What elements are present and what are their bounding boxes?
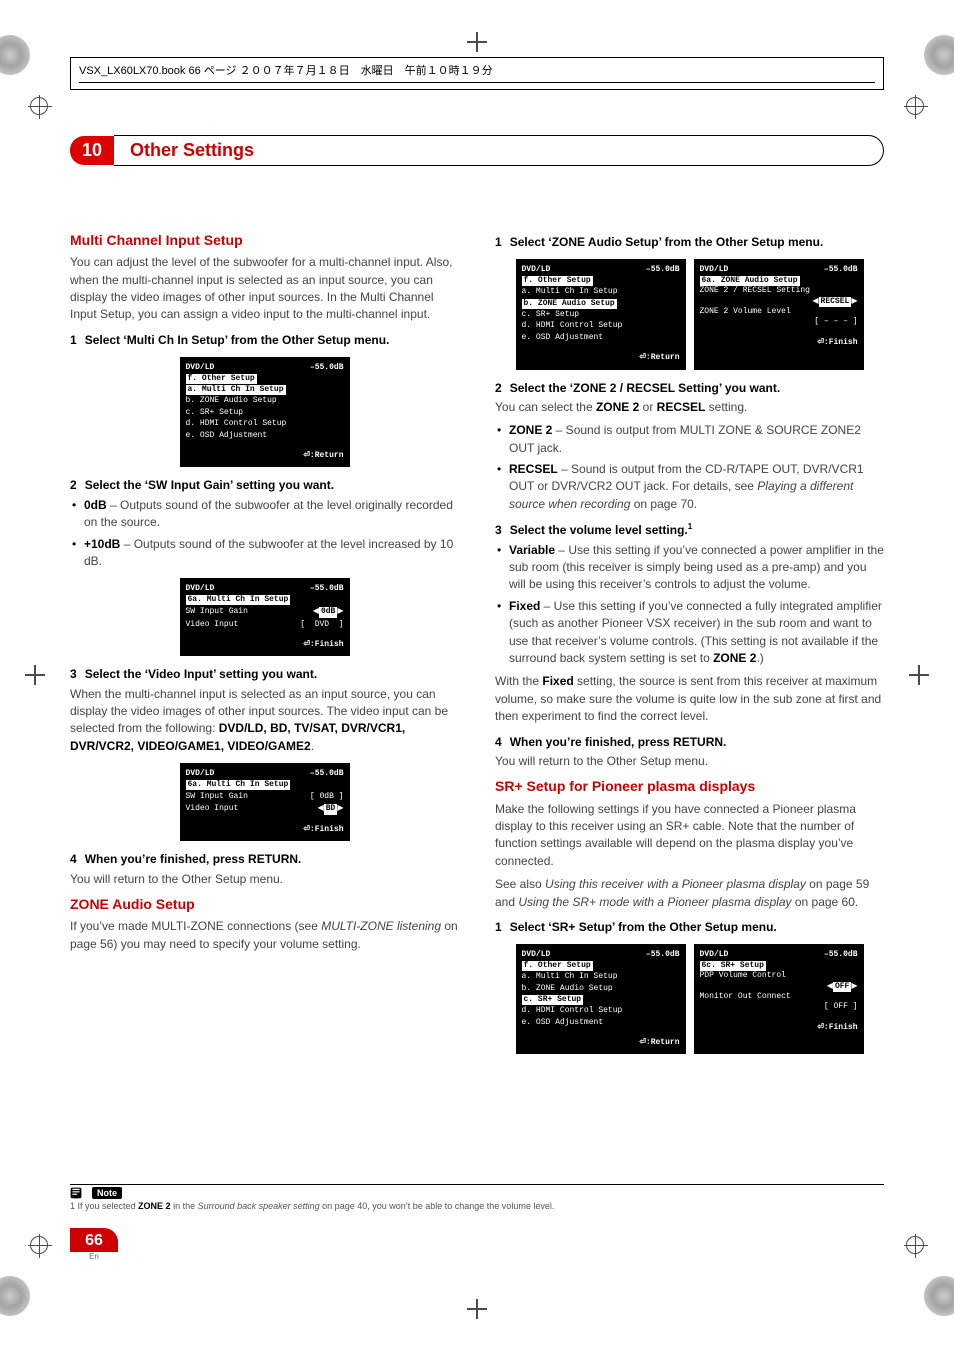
chapter-number: 10 <box>70 136 114 165</box>
print-mark <box>0 1276 30 1316</box>
page-lang: En <box>70 1252 118 1261</box>
right-column: 1Select ‘ZONE Audio Setup’ from the Othe… <box>495 226 884 1064</box>
left-column: Multi Channel Input Setup You can adjust… <box>70 226 459 1064</box>
chapter-tab: 10 Other Settings <box>70 135 884 166</box>
crop-mark <box>467 32 487 52</box>
osd-other-setup: DVD/LD–55.0dB f. Other Setup a. Multi Ch… <box>180 357 350 467</box>
step-2-sw-gain: 2Select the ‘SW Input Gain’ setting you … <box>70 477 459 494</box>
heading-sr-plus: SR+ Setup for Pioneer plasma displays <box>495 776 884 796</box>
heading-zone-audio: ZONE Audio Setup <box>70 894 459 914</box>
print-mark <box>0 35 30 75</box>
osd-other-setup-zone: DVD/LD–55.0dB f. Other Setup a. Multi Ch… <box>516 259 686 369</box>
step-1-zone: 1Select ‘ZONE Audio Setup’ from the Othe… <box>495 234 884 251</box>
step-4-return-right: 4When you’re finished, press RETURN. <box>495 734 884 751</box>
step-2-zone: 2Select the ‘ZONE 2 / RECSEL Setting’ yo… <box>495 380 884 397</box>
osd-multi-ch-2: DVD/LD–55.0dB 6a. Multi Ch In Setup SW I… <box>180 763 350 841</box>
registration-mark <box>906 97 924 115</box>
bullet-fixed: Fixed – Use this setting if you’ve conne… <box>509 598 884 668</box>
registration-mark <box>30 97 48 115</box>
osd-other-setup-sr: DVD/LD–55.0dB f. Other Setup a. Multi Ch… <box>516 944 686 1054</box>
crop-mark <box>25 665 45 685</box>
book-header: VSX_LX60LX70.book 66 ページ ２００７年７月１８日 水曜日 … <box>70 57 884 90</box>
step-3-volume: 3Select the volume level setting.1 <box>495 521 884 539</box>
page-number-block: 66 En <box>70 1228 118 1261</box>
step-1-multi: 1Select ‘Multi Ch In Setup’ from the Oth… <box>70 332 459 349</box>
page-number: 66 <box>70 1228 118 1252</box>
crop-mark <box>909 665 929 685</box>
para-select: You can select the ZONE 2 or RECSEL sett… <box>495 399 884 416</box>
para-return-left: You will return to the Other Setup menu. <box>70 871 459 888</box>
step-3-video-input: 3Select the ‘Video Input’ setting you wa… <box>70 666 459 683</box>
bullet-recsel: RECSEL – Sound is output from the CD-R/T… <box>509 461 884 513</box>
note-label: Note <box>92 1187 122 1199</box>
step-4-return-left: 4When you’re finished, press RETURN. <box>70 851 459 868</box>
para-return-right: You will return to the Other Setup menu. <box>495 753 884 770</box>
crop-mark <box>467 1299 487 1319</box>
note-icon <box>70 1187 82 1199</box>
bullet-10db: +10dB – Outputs sound of the subwoofer a… <box>84 536 459 571</box>
bullet-variable: Variable – Use this setting if you’ve co… <box>509 542 884 594</box>
osd-zone-audio: DVD/LD–55.0dB 6a. ZONE Audio Setup ZONE … <box>694 259 864 369</box>
bullet-zone2: ZONE 2 – Sound is output from MULTI ZONE… <box>509 422 884 457</box>
registration-mark <box>906 1236 924 1254</box>
step-1-sr: 1Select ‘SR+ Setup’ from the Other Setup… <box>495 919 884 936</box>
para-sr-seealso: See also Using this receiver with a Pion… <box>495 876 884 911</box>
osd-multi-ch-1: DVD/LD–55.0dB 6a. Multi Ch In Setup SW I… <box>180 578 350 656</box>
para-video-input: When the multi-channel input is selected… <box>70 686 459 756</box>
registration-mark <box>30 1236 48 1254</box>
footnote-text: 1 If you selected ZONE 2 in the Surround… <box>70 1201 884 1211</box>
book-header-text: VSX_LX60LX70.book 66 ページ ２００７年７月１８日 水曜日 … <box>79 65 493 77</box>
para-zone-intro: If you’ve made MULTI-ZONE connections (s… <box>70 918 459 953</box>
footnote-area: Note 1 If you selected ZONE 2 in the Sur… <box>70 1184 884 1211</box>
print-mark <box>924 1276 954 1316</box>
chapter-title: Other Settings <box>130 140 254 160</box>
para-multi-intro: You can adjust the level of the subwoofe… <box>70 254 459 324</box>
osd-sr-setup: DVD/LD–55.0dB 6c. SR+ Setup PDP Volume C… <box>694 944 864 1054</box>
bullet-0db: 0dB – Outputs sound of the subwoofer at … <box>84 497 459 532</box>
para-fixed-note: With the Fixed setting, the source is se… <box>495 673 884 725</box>
heading-multi-channel: Multi Channel Input Setup <box>70 230 459 250</box>
para-sr-intro: Make the following settings if you have … <box>495 801 884 871</box>
print-mark <box>924 35 954 75</box>
